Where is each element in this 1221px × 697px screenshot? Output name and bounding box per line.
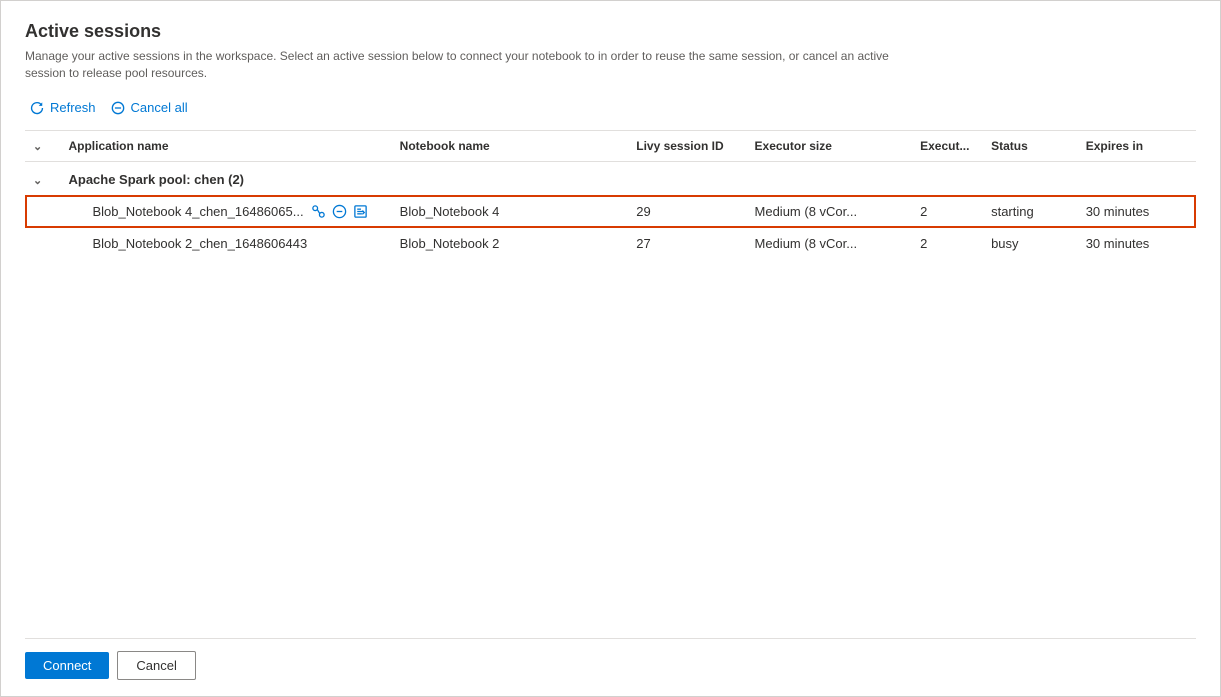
row1-appname-text: Blob_Notebook 4_chen_16486065... bbox=[68, 204, 303, 219]
dialog-title: Active sessions bbox=[25, 21, 1196, 42]
row1-appname-container: Blob_Notebook 4_chen_16486065... bbox=[68, 203, 383, 220]
toolbar: Refresh Cancel all bbox=[25, 96, 1196, 131]
table-body: ⌄ Apache Spark pool: chen (2) Blob_Noteb… bbox=[25, 161, 1196, 259]
dialog-subtitle: Manage your active sessions in the works… bbox=[25, 48, 925, 82]
table-container: ⌄ Application name Notebook name Livy se… bbox=[25, 131, 1196, 638]
table-header: ⌄ Application name Notebook name Livy se… bbox=[25, 131, 1196, 162]
cancel-button[interactable]: Cancel bbox=[117, 651, 195, 680]
row2-executor-size-cell: Medium (8 vCor... bbox=[747, 228, 913, 259]
refresh-icon bbox=[29, 100, 45, 116]
group-chevron[interactable]: ⌄ bbox=[33, 174, 42, 187]
row1-expand-cell bbox=[25, 195, 60, 228]
col-header-executor-size: Executor size bbox=[747, 131, 913, 162]
row1-execut-cell: 2 bbox=[912, 195, 983, 228]
expand-all-chevron[interactable]: ⌄ bbox=[33, 140, 42, 153]
row2-expires-cell: 30 minutes bbox=[1078, 228, 1196, 259]
footer: Connect Cancel bbox=[25, 638, 1196, 680]
col-header-appname: Application name bbox=[60, 131, 391, 162]
row2-status-cell: busy bbox=[983, 228, 1078, 259]
row1-appname-cell: Blob_Notebook 4_chen_16486065... bbox=[60, 195, 391, 228]
row1-status-cell: starting bbox=[983, 195, 1078, 228]
group-expand-cell: ⌄ bbox=[25, 161, 60, 195]
row1-action-icons bbox=[310, 203, 369, 220]
connect-button[interactable]: Connect bbox=[25, 652, 109, 679]
col-header-notebook: Notebook name bbox=[392, 131, 629, 162]
table-row[interactable]: Blob_Notebook 4_chen_16486065... bbox=[25, 195, 1196, 228]
row2-appname-cell: Blob_Notebook 2_chen_1648606443 bbox=[60, 228, 391, 259]
refresh-button[interactable]: Refresh bbox=[25, 96, 106, 120]
row1-expires-cell: 30 minutes bbox=[1078, 195, 1196, 228]
row2-notebook-cell: Blob_Notebook 2 bbox=[392, 228, 629, 259]
col-header-expires: Expires in bbox=[1078, 131, 1196, 162]
group-name-cell: Apache Spark pool: chen (2) bbox=[60, 161, 1196, 195]
col-header-status: Status bbox=[983, 131, 1078, 162]
row1-cancel-icon-btn[interactable] bbox=[331, 203, 348, 220]
row1-logs-icon-btn[interactable] bbox=[352, 203, 369, 220]
row1-notebook-cell: Blob_Notebook 4 bbox=[392, 195, 629, 228]
row2-appname-text: Blob_Notebook 2_chen_1648606443 bbox=[68, 236, 307, 251]
col-header-expand: ⌄ bbox=[25, 131, 60, 162]
sessions-table: ⌄ Application name Notebook name Livy se… bbox=[25, 131, 1196, 259]
row2-expand-cell bbox=[25, 228, 60, 259]
row2-execut-cell: 2 bbox=[912, 228, 983, 259]
cancel-all-button[interactable]: Cancel all bbox=[106, 96, 198, 120]
row1-connect-icon-btn[interactable] bbox=[310, 203, 327, 220]
col-header-execut: Execut... bbox=[912, 131, 983, 162]
group-row: ⌄ Apache Spark pool: chen (2) bbox=[25, 161, 1196, 195]
row1-livy-cell: 29 bbox=[628, 195, 746, 228]
row1-executor-size-cell: Medium (8 vCor... bbox=[747, 195, 913, 228]
row2-livy-cell: 27 bbox=[628, 228, 746, 259]
table-row[interactable]: Blob_Notebook 2_chen_1648606443 Blob_Not… bbox=[25, 228, 1196, 259]
col-header-livy: Livy session ID bbox=[628, 131, 746, 162]
active-sessions-dialog: Active sessions Manage your active sessi… bbox=[0, 0, 1221, 697]
refresh-label: Refresh bbox=[50, 100, 96, 115]
cancel-all-label: Cancel all bbox=[131, 100, 188, 115]
cancel-all-icon bbox=[110, 100, 126, 116]
